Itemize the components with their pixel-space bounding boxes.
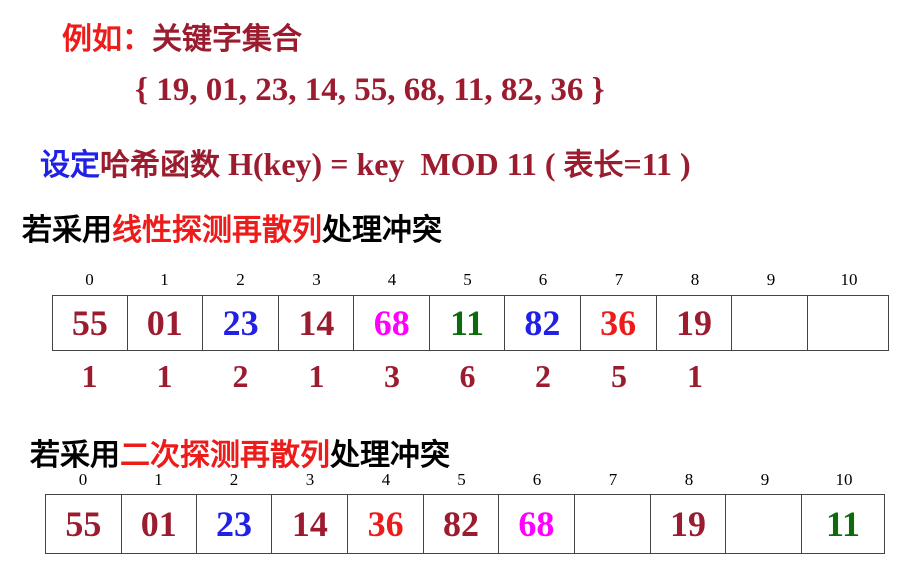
linear-probe-count-2: 2 <box>232 358 249 394</box>
quadratic-index-5: 5 <box>457 470 466 489</box>
quadratic-cell-8: 19 <box>651 495 727 553</box>
linear-cell-6: 82 <box>505 296 581 350</box>
linear-cell-9 <box>732 296 809 350</box>
linear-cell-10 <box>808 296 888 350</box>
quadratic-index-row: 0 1 2 3 4 5 6 7 8 9 10 <box>0 470 897 490</box>
quadratic-cell-9 <box>726 495 803 553</box>
hash-lead: 设定 <box>40 148 100 183</box>
linear-cell-7: 36 <box>581 296 657 350</box>
quadratic-cell-4: 36 <box>348 495 425 553</box>
linear-index-9: 9 <box>766 270 776 289</box>
linear-heading-method: 线性探测再散列 <box>112 213 322 248</box>
quadratic-index-6: 6 <box>532 470 542 489</box>
linear-cell-2: 23 <box>203 296 280 350</box>
quadratic-index-7: 7 <box>608 470 618 489</box>
quadratic-heading-method: 二次探测再散列 <box>120 438 330 473</box>
linear-index-0: 0 <box>85 270 94 289</box>
linear-probe-count-7: 5 <box>611 358 627 394</box>
linear-index-7: 7 <box>614 270 624 289</box>
hash-label: 哈希函数 <box>100 148 220 183</box>
linear-cell-5: 11 <box>430 296 505 350</box>
linear-index-4: 4 <box>387 270 397 289</box>
table-length-label: 表长 <box>563 148 624 183</box>
linear-cell-1: 01 <box>128 296 203 350</box>
linear-probe-counts: 1 1 2 1 3 6 2 5 1 <box>0 358 897 398</box>
hash-formula: H(key) = key MOD 11 ( <box>220 146 564 182</box>
quadratic-heading-suffix: 处理冲突 <box>330 438 450 473</box>
linear-hash-table: 55 01 23 14 68 11 82 36 19 <box>52 295 889 351</box>
linear-heading-prefix: 若采用 <box>22 213 112 248</box>
quadratic-cell-3: 14 <box>272 495 349 553</box>
linear-probe-count-1: 1 <box>156 358 173 394</box>
quadratic-cell-0: 55 <box>46 495 122 553</box>
example-title: 关键字集合 <box>152 22 302 57</box>
quadratic-cell-7 <box>575 495 651 553</box>
quadratic-index-8: 8 <box>684 470 694 489</box>
quadratic-hash-table: 55 01 23 14 36 82 68 19 11 <box>45 494 885 554</box>
linear-index-2: 2 <box>236 270 245 289</box>
quadratic-index-3: 3 <box>305 470 315 489</box>
linear-probe-count-3: 1 <box>308 358 325 394</box>
linear-heading: 若采用线性探测再散列处理冲突 <box>22 205 442 249</box>
linear-probe-count-5: 6 <box>459 358 476 394</box>
quadratic-index-0: 0 <box>78 470 88 489</box>
quadratic-cell-6: 68 <box>499 495 575 553</box>
quadratic-cell-10: 11 <box>826 504 861 544</box>
quadratic-index-10: 10 <box>835 470 853 489</box>
key-set: { 19, 01, 23, 14, 55, 68, 11, 82, 36 } <box>135 72 605 108</box>
linear-index-5: 5 <box>463 270 472 289</box>
linear-cell-0: 55 <box>53 296 128 350</box>
linear-cell-4: 68 <box>354 296 431 350</box>
linear-index-3: 3 <box>312 270 321 289</box>
quadratic-cell-1: 01 <box>122 495 197 553</box>
linear-probe-count-4: 3 <box>384 358 400 394</box>
linear-index-8: 8 <box>690 270 700 289</box>
linear-index-row: 0 1 2 3 4 5 6 7 8 9 10 <box>0 270 897 290</box>
quadratic-cell-2: 23 <box>197 495 273 553</box>
linear-cell-8: 19 <box>657 296 733 350</box>
linear-probe-count-8: 1 <box>687 358 703 394</box>
linear-probe-count-0: 1 <box>81 358 98 394</box>
linear-cell-3: 14 <box>279 296 355 350</box>
hash-function-line: 设定哈希函数 H(key) = key MOD 11 ( 表长=11 ) <box>40 140 691 184</box>
quadratic-index-2: 2 <box>229 470 239 489</box>
linear-index-10: 10 <box>840 270 858 289</box>
quadratic-heading-prefix: 若采用 <box>30 438 120 473</box>
table-length-value: =11 ) <box>623 146 691 182</box>
linear-heading-suffix: 处理冲突 <box>322 213 442 248</box>
linear-index-1: 1 <box>160 270 169 289</box>
quadratic-index-4: 4 <box>381 470 391 489</box>
example-title-line: 例如：关键字集合 <box>62 14 302 58</box>
quadratic-index-9: 9 <box>760 470 770 489</box>
quadratic-index-1: 1 <box>154 470 163 489</box>
example-prefix: 例如： <box>62 22 152 57</box>
quadratic-cell-5: 82 <box>424 495 499 553</box>
quadratic-heading: 若采用二次探测再散列处理冲突 <box>30 430 450 474</box>
linear-probe-count-6: 2 <box>535 358 551 394</box>
linear-index-6: 6 <box>538 270 548 289</box>
